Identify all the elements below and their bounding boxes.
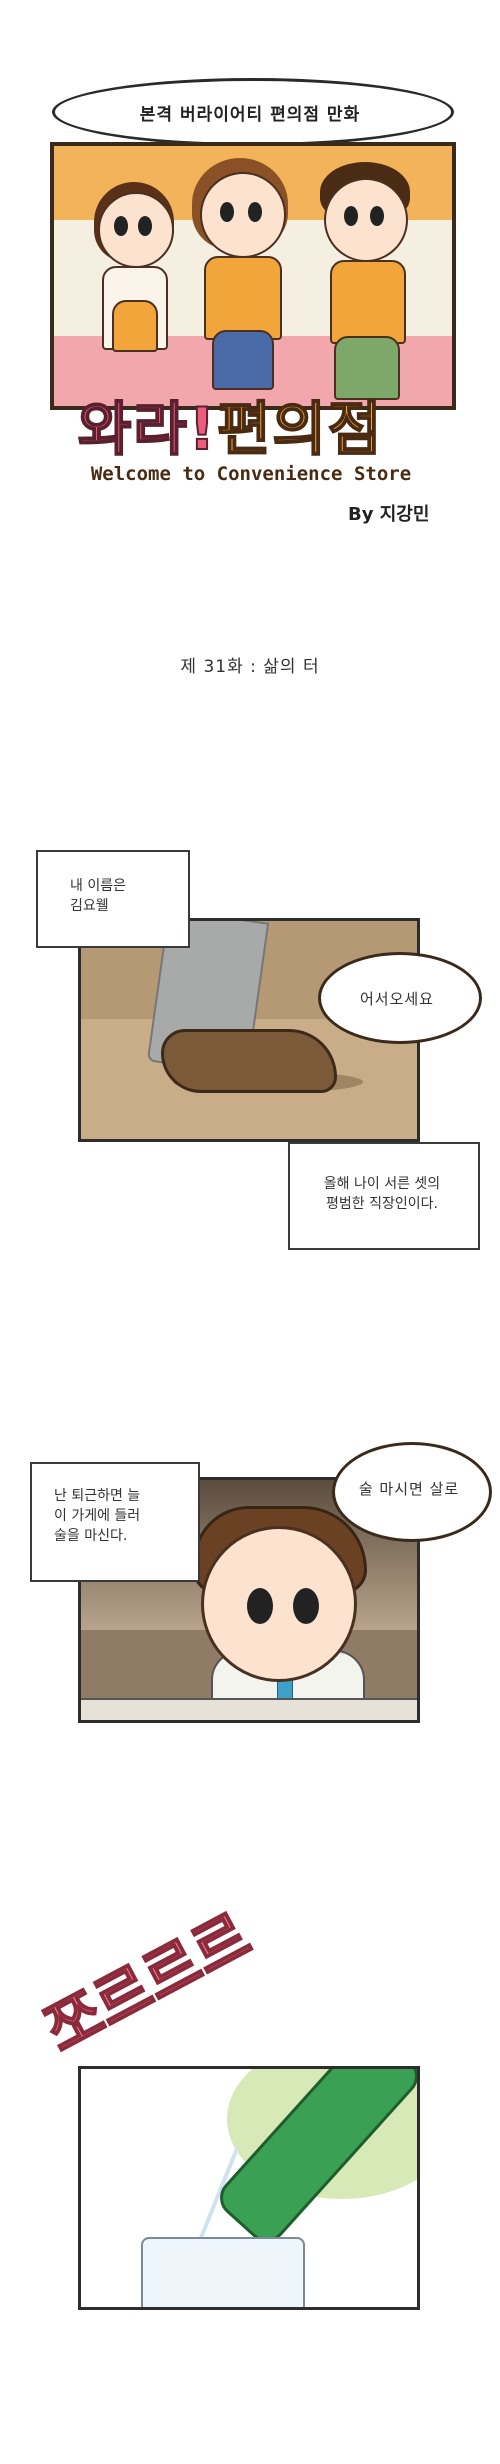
character-girl [78,170,188,400]
man-face [201,1526,357,1682]
logo-part2: 편의점 [216,394,384,464]
caption-habit-line3: 술을 마신다. [54,1528,128,1544]
header-illustration [50,142,456,410]
glass [141,2237,305,2307]
author-byline: By 지강민 [348,504,430,525]
logo-subtitle: Welcome to Convenience Store [90,463,412,485]
logo: 와라!편의점 [77,382,422,464]
episode-title: 제 31화 : 삶의 터 [180,657,320,677]
panel-pouring [78,2066,420,2310]
caption-name-line2: 김요웰 [70,898,109,914]
caption-habit-line2: 이 가게에 들러 [54,1508,141,1524]
tagline-text: 본격 버라이어티 편의점 만화 [139,105,361,125]
speech-drink-text: 술 마시면 살로 [358,1480,460,1498]
caption-age-line2: 평범한 직장인이다. [326,1196,438,1212]
logo-part1: 와라! [77,394,218,464]
speech-welcome-text: 어서오세요 [359,990,434,1008]
caption-age-line1: 올해 나이 서른 셋의 [323,1176,441,1192]
caption-name-line1: 내 이름은 [70,878,126,894]
sound-effect-pour: 쪼르르르 [33,1900,263,2067]
shoe [161,1029,337,1093]
caption-name [36,850,190,948]
character-boy [306,158,426,406]
caption-habit-line1: 난 퇴근하면 늘 [54,1488,141,1504]
character-center [182,150,302,400]
